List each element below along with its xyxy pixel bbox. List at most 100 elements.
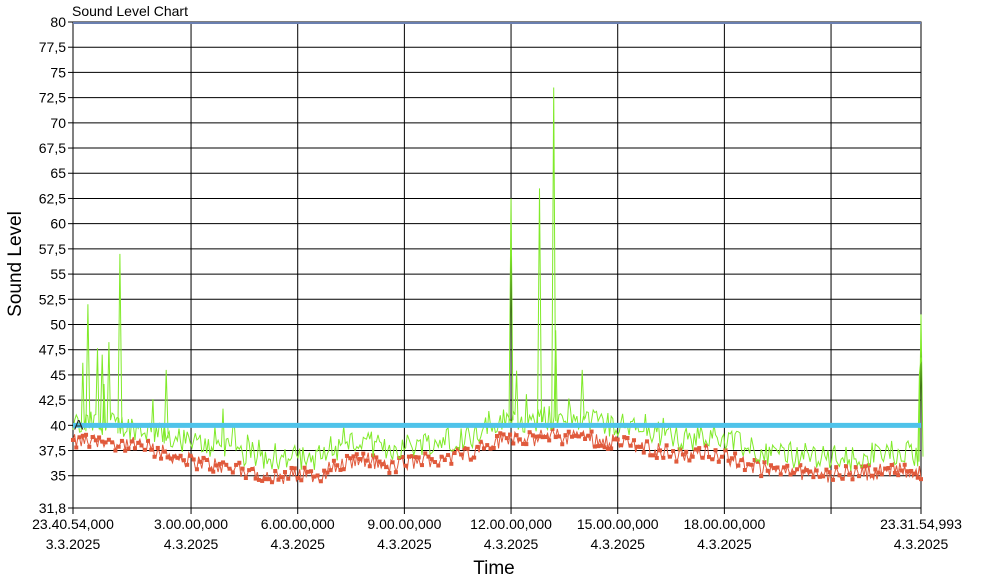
series-red-point bbox=[618, 443, 623, 448]
series-red-point bbox=[586, 433, 591, 438]
series-red-point bbox=[857, 474, 862, 479]
x-tick-label-time: 23.31.54,993 bbox=[880, 516, 962, 532]
series-red-point bbox=[641, 450, 646, 455]
series-red-point bbox=[132, 446, 137, 451]
series-red-point bbox=[556, 434, 561, 439]
series-red-point bbox=[74, 445, 79, 450]
series-red-point bbox=[912, 471, 917, 476]
series-red-point bbox=[889, 462, 894, 467]
series-red-point bbox=[560, 442, 565, 447]
y-tick-label: 72,5 bbox=[39, 90, 66, 106]
series-red-point bbox=[384, 465, 389, 470]
series-red-point bbox=[674, 459, 679, 464]
y-tick-label: 40 bbox=[50, 417, 66, 433]
y-tick-label: 75 bbox=[50, 64, 66, 80]
series-red-point bbox=[664, 443, 669, 448]
series-red-point bbox=[283, 470, 287, 475]
series-red-point bbox=[299, 478, 304, 483]
series-red-point bbox=[273, 469, 278, 474]
series-red-point bbox=[459, 452, 464, 457]
series-red-point bbox=[687, 458, 692, 463]
series-red-point bbox=[87, 444, 92, 449]
series-red-point bbox=[97, 435, 102, 440]
series-red-point bbox=[491, 445, 496, 450]
series-red-point bbox=[739, 458, 744, 463]
series-red-point bbox=[243, 476, 248, 481]
series-red-point bbox=[736, 463, 741, 468]
series-red-point bbox=[335, 463, 340, 468]
x-tick-label-date: 3.3.2025 bbox=[46, 536, 101, 552]
series-red-point bbox=[547, 438, 552, 443]
series-red-point bbox=[795, 467, 800, 472]
series-red-point bbox=[390, 460, 395, 465]
y-tick-label: 45 bbox=[50, 367, 66, 383]
series-red-point bbox=[188, 453, 193, 458]
series-red-point bbox=[729, 456, 734, 461]
series-red-point bbox=[442, 458, 447, 463]
series-red-point bbox=[716, 459, 721, 464]
series-red-point bbox=[710, 457, 715, 462]
x-tick-label-time: 6.00.00,000 bbox=[261, 516, 335, 532]
series-red-point bbox=[899, 468, 904, 473]
series-red-point bbox=[834, 465, 839, 470]
x-tick-label-time: 3.00.00,000 bbox=[154, 516, 228, 532]
series-red-point bbox=[84, 432, 89, 437]
series-red-point bbox=[419, 463, 424, 468]
series-red-point bbox=[354, 452, 359, 457]
series-red-point bbox=[511, 441, 516, 446]
series-red-point bbox=[315, 473, 320, 478]
series-red-point bbox=[185, 462, 190, 467]
series-red-point bbox=[742, 468, 747, 473]
series-red-point bbox=[517, 437, 522, 442]
series-red-point bbox=[198, 459, 203, 464]
series-red-point bbox=[436, 463, 441, 468]
series-red-point bbox=[609, 446, 614, 451]
series-red-point bbox=[850, 477, 855, 482]
series-red-point bbox=[733, 451, 738, 456]
series-red-point bbox=[433, 460, 438, 465]
series-red-point bbox=[328, 468, 333, 473]
y-tick-label: 37,5 bbox=[39, 443, 66, 459]
series-red-point bbox=[814, 468, 819, 473]
series-red-point bbox=[116, 444, 121, 449]
series-red-point bbox=[446, 453, 451, 458]
sound-level-chart: A 31,8 35 37,5 40 42,5 45 47,5 50 52,5 55 57,5 60 62… bbox=[5, 14, 962, 579]
series-red-point bbox=[71, 437, 75, 442]
x-tick-label-date: 4.3.2025 bbox=[697, 536, 752, 552]
series-red-point bbox=[485, 443, 490, 448]
x-tick-label-time: 9.00.00,000 bbox=[367, 516, 441, 532]
series-red-point bbox=[152, 454, 157, 459]
series-red-point bbox=[847, 472, 852, 477]
series-red-point bbox=[211, 469, 216, 474]
series-red-point bbox=[403, 463, 408, 468]
series-red-point bbox=[178, 453, 183, 458]
series-red-point bbox=[671, 449, 676, 454]
series-red-point bbox=[113, 448, 118, 453]
series-red-point bbox=[475, 444, 480, 449]
series-red-point bbox=[563, 433, 568, 438]
y-tick-label: 47,5 bbox=[39, 342, 66, 358]
series-red-point bbox=[472, 455, 477, 460]
series-red-point bbox=[142, 447, 147, 452]
series-red-point bbox=[667, 454, 672, 459]
series-red-point bbox=[331, 458, 336, 463]
series-red-point bbox=[367, 464, 372, 469]
series-red-point bbox=[830, 477, 835, 482]
series-red-point bbox=[279, 474, 284, 479]
series-red-point bbox=[449, 461, 454, 466]
y-axis-title: Sound Level bbox=[5, 211, 26, 317]
y-tick-label: 70 bbox=[50, 115, 66, 131]
series-red-point bbox=[387, 470, 392, 475]
series-red-point bbox=[110, 440, 115, 445]
series-red-point bbox=[139, 443, 144, 448]
series-red-point bbox=[775, 465, 780, 470]
series-red-point bbox=[827, 470, 832, 475]
series-red-point bbox=[302, 465, 307, 470]
series-red-point bbox=[230, 470, 235, 475]
series-red-point bbox=[765, 468, 770, 473]
series-red-point bbox=[361, 451, 366, 456]
series-red-point bbox=[250, 466, 255, 471]
y-tick-label: 80 bbox=[50, 14, 66, 30]
series-red-point bbox=[129, 439, 134, 444]
series-red-point bbox=[690, 454, 695, 459]
